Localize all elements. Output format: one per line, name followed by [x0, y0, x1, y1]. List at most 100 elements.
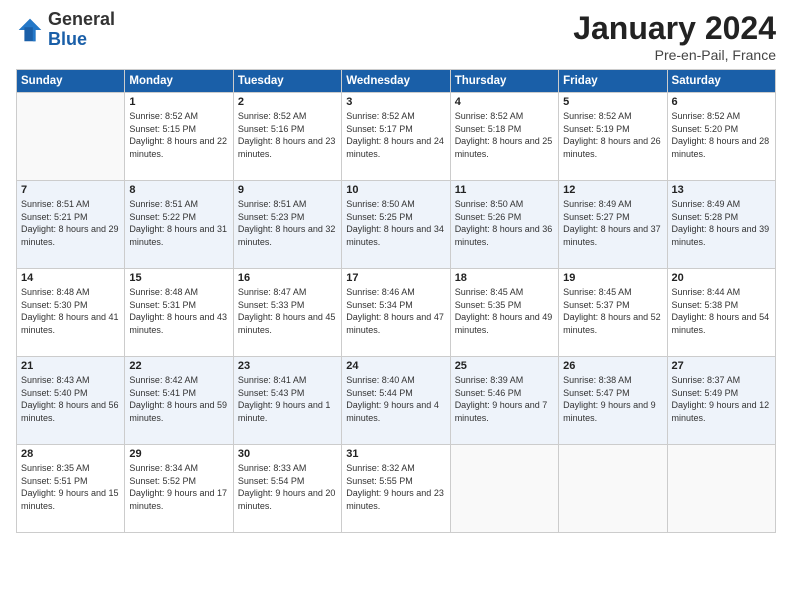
cell-info: Sunrise: 8:52 AMSunset: 5:19 PMDaylight:… [563, 110, 662, 160]
calendar-cell: 10 Sunrise: 8:50 AMSunset: 5:25 PMDayligh… [342, 181, 450, 269]
logo-general-text: General [48, 10, 115, 30]
logo-blue-text: Blue [48, 30, 115, 50]
cell-info: Sunrise: 8:49 AMSunset: 5:27 PMDaylight:… [563, 198, 662, 248]
day-number: 23 [238, 360, 337, 372]
calendar-cell: 29 Sunrise: 8:34 AMSunset: 5:52 PMDayligh… [125, 445, 233, 533]
day-number: 31 [346, 448, 445, 460]
day-number: 8 [129, 184, 228, 196]
logo-icon [16, 16, 44, 44]
weekday-header-sunday: Sunday [17, 70, 125, 93]
cell-info: Sunrise: 8:51 AMSunset: 5:21 PMDaylight:… [21, 198, 120, 248]
day-number: 17 [346, 272, 445, 284]
week-row-5: 28 Sunrise: 8:35 AMSunset: 5:51 PMDayligh… [17, 445, 776, 533]
cell-info: Sunrise: 8:43 AMSunset: 5:40 PMDaylight:… [21, 374, 120, 424]
title-block: January 2024 Pre-en-Pail, France [573, 10, 776, 63]
calendar-cell: 22 Sunrise: 8:42 AMSunset: 5:41 PMDayligh… [125, 357, 233, 445]
cell-info: Sunrise: 8:48 AMSunset: 5:31 PMDaylight:… [129, 286, 228, 336]
calendar-cell: 6 Sunrise: 8:52 AMSunset: 5:20 PMDaylight… [667, 93, 775, 181]
day-number: 30 [238, 448, 337, 460]
week-row-2: 7 Sunrise: 8:51 AMSunset: 5:21 PMDaylight… [17, 181, 776, 269]
cell-info: Sunrise: 8:40 AMSunset: 5:44 PMDaylight:… [346, 374, 445, 424]
calendar-cell: 13 Sunrise: 8:49 AMSunset: 5:28 PMDayligh… [667, 181, 775, 269]
calendar-cell: 25Sunrise: 8:39 AMSunset: 5:46 PMDayligh… [450, 357, 558, 445]
calendar-table: SundayMondayTuesdayWednesdayThursdayFrid… [16, 69, 776, 533]
cell-info: Sunrise: 8:50 AMSunset: 5:26 PMDaylight:… [455, 198, 554, 248]
calendar-cell: 2 Sunrise: 8:52 AMSunset: 5:16 PMDaylight… [233, 93, 341, 181]
calendar-cell: 28 Sunrise: 8:35 AMSunset: 5:51 PMDayligh… [17, 445, 125, 533]
weekday-header-row: SundayMondayTuesdayWednesdayThursdayFrid… [17, 70, 776, 93]
cell-info: Sunrise: 8:45 AMSunset: 5:37 PMDaylight:… [563, 286, 662, 336]
calendar-cell: 27 Sunrise: 8:37 AMSunset: 5:49 PMDayligh… [667, 357, 775, 445]
day-number: 3 [346, 96, 445, 108]
location: Pre-en-Pail, France [573, 47, 776, 63]
cell-info: Sunrise: 8:52 AMSunset: 5:15 PMDaylight:… [129, 110, 228, 160]
day-number: 28 [21, 448, 120, 460]
day-number: 1 [129, 96, 228, 108]
calendar-cell: 15Sunrise: 8:48 AMSunset: 5:31 PMDayligh… [125, 269, 233, 357]
cell-info: Sunrise: 8:51 AMSunset: 5:23 PMDaylight:… [238, 198, 337, 248]
weekday-header-friday: Friday [559, 70, 667, 93]
cell-info: Sunrise: 8:39 AMSunset: 5:46 PMDaylight:… [455, 374, 554, 424]
day-number: 11 [455, 184, 554, 196]
logo-text: General Blue [48, 10, 115, 50]
cell-info: Sunrise: 8:45 AMSunset: 5:35 PMDaylight:… [455, 286, 554, 336]
day-number: 10 [346, 184, 445, 196]
calendar-cell: 12Sunrise: 8:49 AMSunset: 5:27 PMDayligh… [559, 181, 667, 269]
cell-info: Sunrise: 8:50 AMSunset: 5:25 PMDaylight:… [346, 198, 445, 248]
day-number: 6 [672, 96, 771, 108]
calendar-cell: 11 Sunrise: 8:50 AMSunset: 5:26 PMDayligh… [450, 181, 558, 269]
day-number: 24 [346, 360, 445, 372]
day-number: 13 [672, 184, 771, 196]
calendar-cell: 16Sunrise: 8:47 AMSunset: 5:33 PMDayligh… [233, 269, 341, 357]
day-number: 20 [672, 272, 771, 284]
cell-info: Sunrise: 8:32 AMSunset: 5:55 PMDaylight:… [346, 462, 445, 512]
calendar-cell: 20Sunrise: 8:44 AMSunset: 5:38 PMDayligh… [667, 269, 775, 357]
calendar-cell: 4Sunrise: 8:52 AMSunset: 5:18 PMDaylight… [450, 93, 558, 181]
calendar-cell: 23 Sunrise: 8:41 AMSunset: 5:43 PMDayligh… [233, 357, 341, 445]
month-title: January 2024 [573, 10, 776, 47]
page: General Blue January 2024 Pre-en-Pail, F… [0, 0, 792, 612]
day-number: 5 [563, 96, 662, 108]
calendar-cell: 19Sunrise: 8:45 AMSunset: 5:37 PMDayligh… [559, 269, 667, 357]
day-number: 7 [21, 184, 120, 196]
week-row-4: 21Sunrise: 8:43 AMSunset: 5:40 PMDayligh… [17, 357, 776, 445]
day-number: 2 [238, 96, 337, 108]
weekday-header-tuesday: Tuesday [233, 70, 341, 93]
calendar-cell [559, 445, 667, 533]
cell-info: Sunrise: 8:42 AMSunset: 5:41 PMDaylight:… [129, 374, 228, 424]
weekday-header-thursday: Thursday [450, 70, 558, 93]
day-number: 22 [129, 360, 228, 372]
cell-info: Sunrise: 8:51 AMSunset: 5:22 PMDaylight:… [129, 198, 228, 248]
calendar-cell: 26 Sunrise: 8:38 AMSunset: 5:47 PMDayligh… [559, 357, 667, 445]
cell-info: Sunrise: 8:52 AMSunset: 5:20 PMDaylight:… [672, 110, 771, 160]
week-row-1: 1 Sunrise: 8:52 AMSunset: 5:15 PMDaylight… [17, 93, 776, 181]
calendar-cell: 24 Sunrise: 8:40 AMSunset: 5:44 PMDayligh… [342, 357, 450, 445]
cell-info: Sunrise: 8:35 AMSunset: 5:51 PMDaylight:… [21, 462, 120, 512]
cell-info: Sunrise: 8:37 AMSunset: 5:49 PMDaylight:… [672, 374, 771, 424]
day-number: 26 [563, 360, 662, 372]
cell-info: Sunrise: 8:49 AMSunset: 5:28 PMDaylight:… [672, 198, 771, 248]
day-number: 27 [672, 360, 771, 372]
weekday-header-wednesday: Wednesday [342, 70, 450, 93]
cell-info: Sunrise: 8:41 AMSunset: 5:43 PMDaylight:… [238, 374, 337, 424]
day-number: 14 [21, 272, 120, 284]
cell-info: Sunrise: 8:46 AMSunset: 5:34 PMDaylight:… [346, 286, 445, 336]
calendar-cell: 14Sunrise: 8:48 AMSunset: 5:30 PMDayligh… [17, 269, 125, 357]
calendar-cell: 31 Sunrise: 8:32 AMSunset: 5:55 PMDayligh… [342, 445, 450, 533]
calendar-cell: 21Sunrise: 8:43 AMSunset: 5:40 PMDayligh… [17, 357, 125, 445]
day-number: 16 [238, 272, 337, 284]
day-number: 29 [129, 448, 228, 460]
calendar-cell [450, 445, 558, 533]
calendar-cell: 17 Sunrise: 8:46 AMSunset: 5:34 PMDayligh… [342, 269, 450, 357]
cell-info: Sunrise: 8:52 AMSunset: 5:16 PMDaylight:… [238, 110, 337, 160]
calendar-cell: 30 Sunrise: 8:33 AMSunset: 5:54 PMDayligh… [233, 445, 341, 533]
day-number: 18 [455, 272, 554, 284]
cell-info: Sunrise: 8:52 AMSunset: 5:18 PMDaylight:… [455, 110, 554, 160]
calendar-cell: 7 Sunrise: 8:51 AMSunset: 5:21 PMDaylight… [17, 181, 125, 269]
cell-info: Sunrise: 8:33 AMSunset: 5:54 PMDaylight:… [238, 462, 337, 512]
weekday-header-monday: Monday [125, 70, 233, 93]
logo: General Blue [16, 10, 115, 50]
cell-info: Sunrise: 8:34 AMSunset: 5:52 PMDaylight:… [129, 462, 228, 512]
cell-info: Sunrise: 8:38 AMSunset: 5:47 PMDaylight:… [563, 374, 662, 424]
day-number: 9 [238, 184, 337, 196]
